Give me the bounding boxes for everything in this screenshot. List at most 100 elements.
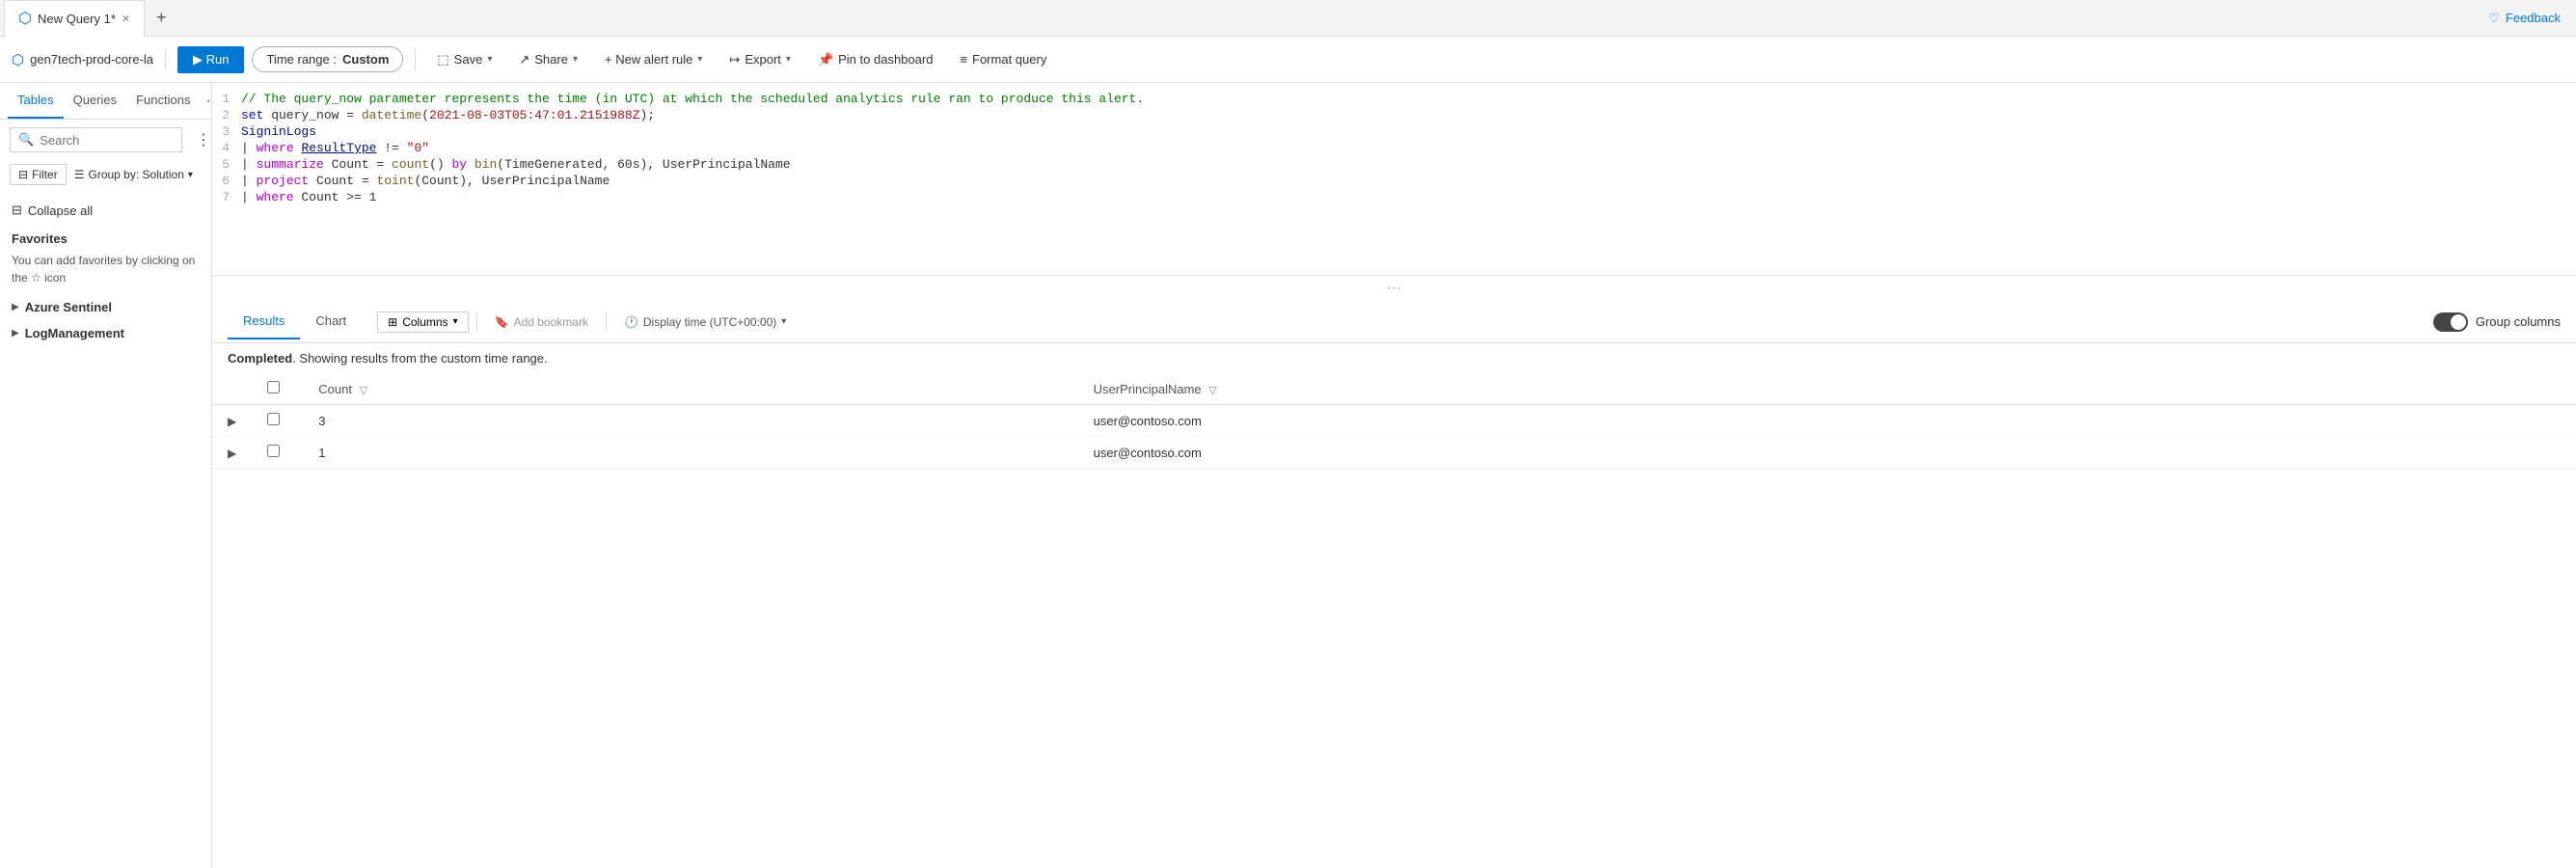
chevron-right-icon-2: ▶	[12, 328, 19, 339]
editor-line-2: 2 set query_now = datetime(2021-08-03T05…	[212, 107, 2576, 123]
workspace-label: ⬡ gen7tech-prod-core-la	[12, 51, 153, 68]
tab-label: New Query 1*	[38, 12, 116, 26]
save-icon: ⬚	[437, 52, 448, 68]
filter-label: Filter	[32, 168, 58, 181]
results-toolbar: ⊞ Columns ▾ 🔖 Add bookmark 🕐 Display tim…	[362, 304, 2561, 340]
display-time-label: Display time (UTC+00:00)	[643, 315, 776, 329]
filter-icon: ⊟	[18, 168, 28, 181]
result-tab-chart[interactable]: Chart	[300, 304, 362, 339]
ellipsis-separator: ···	[212, 276, 2576, 301]
toolbar-divider-1	[165, 48, 166, 71]
query-icon: ⬡	[18, 9, 32, 28]
editor-line-3: 3 SigninLogs	[212, 123, 2576, 140]
pin-icon: 📌	[818, 52, 833, 68]
display-time-button[interactable]: 🕐 Display time (UTC+00:00) ▾	[614, 312, 796, 332]
row2-count: 1	[303, 437, 1077, 469]
favorites-hint: You can add favorites by clicking on the…	[12, 252, 200, 286]
group-columns-area: Group columns	[2433, 312, 2561, 332]
query-editor[interactable]: 1 // The query_now parameter represents …	[212, 83, 2576, 276]
group-columns-toggle[interactable]	[2433, 312, 2468, 332]
sidebar-tab-tables[interactable]: Tables	[8, 83, 64, 119]
th-expand	[212, 373, 252, 405]
add-bookmark-button[interactable]: 🔖 Add bookmark	[485, 312, 598, 332]
tb-divider-1	[476, 312, 477, 332]
th-count: Count ▽	[303, 373, 1077, 405]
log-management-label: LogManagement	[25, 326, 124, 340]
add-tab-button[interactable]: +	[145, 8, 178, 28]
time-range-value: Custom	[342, 52, 389, 67]
share-button[interactable]: ↗ Share ▾	[509, 47, 587, 72]
row2-expand[interactable]: ▶	[212, 437, 252, 469]
completed-text: . Showing results from the custom time r…	[292, 351, 547, 366]
tab-close-button[interactable]: ✕	[122, 13, 130, 25]
collapse-icon: ⊟	[12, 203, 22, 218]
feedback-button[interactable]: ♡ Feedback	[2473, 0, 2576, 37]
clock-icon: 🕐	[624, 315, 638, 329]
favorites-section: Favorites You can add favorites by click…	[0, 224, 211, 294]
search-options-button[interactable]: ⋮	[196, 130, 211, 149]
time-range-label: Time range :	[266, 52, 337, 67]
row2-checkbox[interactable]	[267, 445, 280, 457]
format-query-button[interactable]: ≡ Format query	[950, 47, 1056, 71]
export-label: Export	[745, 52, 781, 67]
export-button[interactable]: ↦ Export ▾	[719, 47, 800, 72]
azure-sentinel-label: Azure Sentinel	[25, 300, 112, 314]
columns-icon: ⊞	[388, 315, 397, 329]
result-tab-results[interactable]: Results	[228, 304, 300, 339]
search-input[interactable]	[40, 133, 174, 148]
completed-message: Completed. Showing results from the cust…	[212, 343, 2576, 373]
heart-icon: ♡	[2488, 11, 2500, 26]
bookmark-icon: 🔖	[495, 315, 509, 329]
count-filter-icon[interactable]: ▽	[360, 385, 367, 396]
feedback-label: Feedback	[2506, 11, 2561, 25]
table-header-row: Count ▽ UserPrincipalName ▽	[212, 373, 2576, 405]
sidebar-tab-functions[interactable]: Functions	[126, 83, 200, 119]
upn-filter-icon[interactable]: ▽	[1208, 385, 1216, 396]
tb-divider-2	[606, 312, 607, 332]
editor-line-7: 7 | where Count >= 1	[212, 189, 2576, 205]
row2-cb	[252, 437, 303, 469]
run-button[interactable]: ▶ Run	[177, 46, 244, 73]
filter-button[interactable]: ⊟ Filter	[10, 164, 67, 185]
editor-line-5: 5 | summarize Count = count() by bin(Tim…	[212, 156, 2576, 173]
toolbar-divider-2	[415, 48, 416, 71]
group-by-label: Group by: Solution	[89, 168, 184, 181]
row1-checkbox[interactable]	[267, 413, 280, 425]
group-columns-label: Group columns	[2476, 314, 2561, 329]
sidebar-item-azure-sentinel[interactable]: ▶ Azure Sentinel	[0, 294, 211, 320]
new-alert-button[interactable]: + New alert rule ▾	[595, 47, 712, 71]
add-bookmark-label: Add bookmark	[514, 315, 588, 329]
workspace-name: gen7tech-prod-core-la	[30, 52, 153, 67]
time-chevron-icon: ▾	[781, 316, 786, 327]
export-icon: ↦	[729, 52, 740, 68]
save-button[interactable]: ⬚ Save ▾	[427, 47, 502, 72]
time-range-button[interactable]: Time range : Custom	[252, 46, 403, 72]
sidebar-more-button[interactable]: ···	[200, 89, 212, 114]
columns-chevron-icon: ▾	[453, 316, 458, 327]
collapse-all-button[interactable]: ⊟ Collapse all	[0, 197, 211, 224]
toggle-knob	[2451, 314, 2466, 330]
select-all-checkbox[interactable]	[267, 381, 280, 393]
th-upn: UserPrincipalName ▽	[1078, 373, 2576, 405]
row1-upn: user@contoso.com	[1078, 405, 2576, 437]
share-chevron-icon: ▾	[573, 54, 578, 65]
pin-button[interactable]: 📌 Pin to dashboard	[808, 47, 942, 72]
collapse-all-label: Collapse all	[28, 203, 93, 218]
group-icon: ☰	[74, 168, 85, 181]
results-panel: ··· Results Chart ⊞ Columns ▾ 🔖 Add book…	[212, 276, 2576, 868]
save-label: Save	[454, 52, 483, 67]
alert-chevron-icon: ▾	[697, 54, 702, 65]
sidebar-tab-queries[interactable]: Queries	[64, 83, 127, 119]
format-label: Format query	[972, 52, 1046, 67]
row1-expand[interactable]: ▶	[212, 405, 252, 437]
tab-query1[interactable]: ⬡ New Query 1* ✕	[4, 0, 145, 37]
search-box[interactable]: 🔍	[10, 127, 182, 152]
share-icon: ↗	[519, 52, 529, 68]
filter-row: ⊟ Filter ☰ Group by: Solution ▾	[0, 160, 211, 193]
search-row: 🔍 ⋮	[0, 120, 211, 160]
pin-label: Pin to dashboard	[838, 52, 933, 67]
chevron-right-icon: ▶	[12, 302, 19, 312]
group-by-button[interactable]: ☰ Group by: Solution ▾	[74, 168, 193, 181]
sidebar-item-log-management[interactable]: ▶ LogManagement	[0, 320, 211, 346]
columns-button[interactable]: ⊞ Columns ▾	[377, 312, 468, 333]
